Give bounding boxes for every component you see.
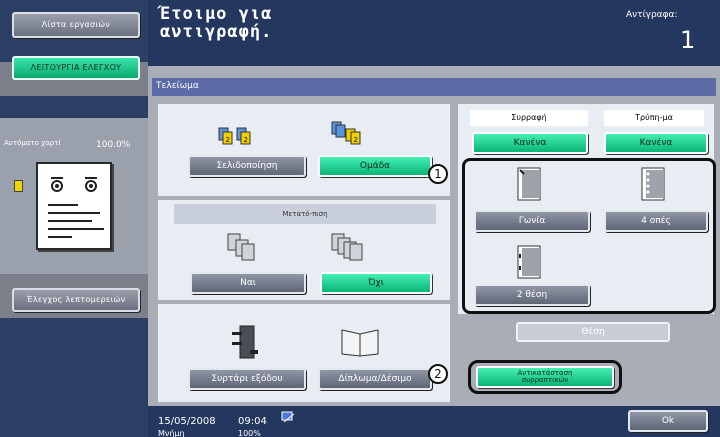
position-button[interactable]: Θέση <box>516 322 670 342</box>
copier-screen: Λίστα εργασιών ΛΕΙΤΟΥΡΓΙΑ ΕΛΕΓΧΟΥ Αυτόμα… <box>0 0 720 437</box>
person-icon-2 <box>85 177 97 192</box>
text-line <box>48 204 78 206</box>
punch-none-label: Κανένα <box>639 138 673 148</box>
network-icon <box>281 411 295 423</box>
panel-title: Τελείωμα <box>156 81 199 91</box>
fold-bind-label: Δίπλωμα/Δέσιμο <box>338 374 412 384</box>
offset-yes-label: Ναι <box>240 278 256 288</box>
collate-section <box>158 104 450 196</box>
staple-none-button[interactable]: Κανένα <box>472 132 588 154</box>
copies-label: Αντίγραφα: <box>626 10 678 20</box>
callout-number-2: 2 <box>428 364 448 384</box>
fold-bind-button[interactable]: Δίπλωμα/Δέσιμο <box>318 368 432 390</box>
callout-frame-1 <box>462 158 716 314</box>
group-label: Ομάδα <box>359 161 391 171</box>
svg-text:2: 2 <box>354 136 358 144</box>
copies-value: 1 <box>680 26 696 54</box>
collate-label: Σελιδοποίηση <box>216 161 278 171</box>
collate-button[interactable]: Σελιδοποίηση <box>188 155 306 177</box>
text-line <box>48 236 72 238</box>
group-button[interactable]: Ομάδα <box>318 155 432 177</box>
text-line <box>48 220 92 222</box>
collate-pages-icon: 2 2 <box>218 127 251 145</box>
staple-header-text: Συρραφή <box>511 113 547 122</box>
svg-text:2: 2 <box>244 136 248 144</box>
ok-button[interactable]: Ok <box>628 410 708 432</box>
offset-subhead: Μετατό-πιση <box>174 204 436 224</box>
status-title-line2: αντιγραφή. <box>160 22 273 42</box>
text-line <box>48 228 104 230</box>
svg-text:2: 2 <box>226 136 230 144</box>
footer-time: 09:04 <box>238 416 267 427</box>
offset-no-icon <box>331 233 363 261</box>
footer-date: 15/05/2008 <box>158 416 216 427</box>
status-title-line1: Έτοιμο για <box>160 4 273 24</box>
check-details-button[interactable]: Έλεγχος λεπτομερειών <box>12 288 140 312</box>
offset-no-label: Όχι <box>368 278 384 288</box>
punch-header: Τρύπη-μα <box>604 110 704 126</box>
staple-none-label: Κανένα <box>513 138 547 148</box>
callout-number-1: 1 <box>428 164 448 184</box>
exit-tray-button[interactable]: Συρτάρι εξόδου <box>188 368 306 390</box>
document-preview-icon <box>36 162 112 250</box>
panel-title-bar <box>152 78 716 96</box>
zoom-value: 100.0% <box>96 140 131 150</box>
offset-no-button[interactable]: Όχι <box>320 272 432 294</box>
auto-paper-label: Αυτόματο χαρτί <box>4 139 61 147</box>
text-line <box>48 212 100 214</box>
group-pages-icon: 2 <box>331 121 361 145</box>
replace-staples-label: Αντικατάσταση συρραπτικών <box>517 369 573 384</box>
staple-header: Συρραφή <box>470 110 588 126</box>
memory-label: Μνήμη <box>158 429 185 437</box>
check-function-button[interactable]: ΛΕΙΤΟΥΡΓΙΑ ΕΛΕΓΧΟΥ <box>12 56 140 80</box>
exit-tray-label: Συρτάρι εξόδου <box>211 374 283 384</box>
punch-none-button[interactable]: Κανένα <box>604 132 708 154</box>
offset-yes-button[interactable]: Ναι <box>190 272 306 294</box>
check-function-label: ΛΕΙΤΟΥΡΓΙΑ ΕΛΕΓΧΟΥ <box>30 63 122 72</box>
paper-tray-icon <box>14 180 23 192</box>
position-label: Θέση <box>581 327 605 337</box>
person-icon <box>51 177 63 192</box>
memory-value: 100% <box>238 429 261 437</box>
fold-bind-icon <box>341 329 379 357</box>
ok-label: Ok <box>661 416 675 426</box>
offset-yes-icon <box>227 233 255 261</box>
job-list-button[interactable]: Λίστα εργασιών <box>12 12 140 38</box>
check-details-label: Έλεγχος λεπτομερειών <box>26 295 126 304</box>
job-list-label: Λίστα εργασιών <box>41 20 111 29</box>
status-title: Έτοιμο για αντιγραφή. <box>160 5 272 41</box>
exit-tray-icon <box>232 325 258 359</box>
punch-header-text: Τρύπη-μα <box>635 113 673 122</box>
offset-subhead-text: Μετατό-πιση <box>282 209 328 218</box>
replace-staples-button[interactable]: Αντικατάσταση συρραπτικών <box>476 366 614 388</box>
